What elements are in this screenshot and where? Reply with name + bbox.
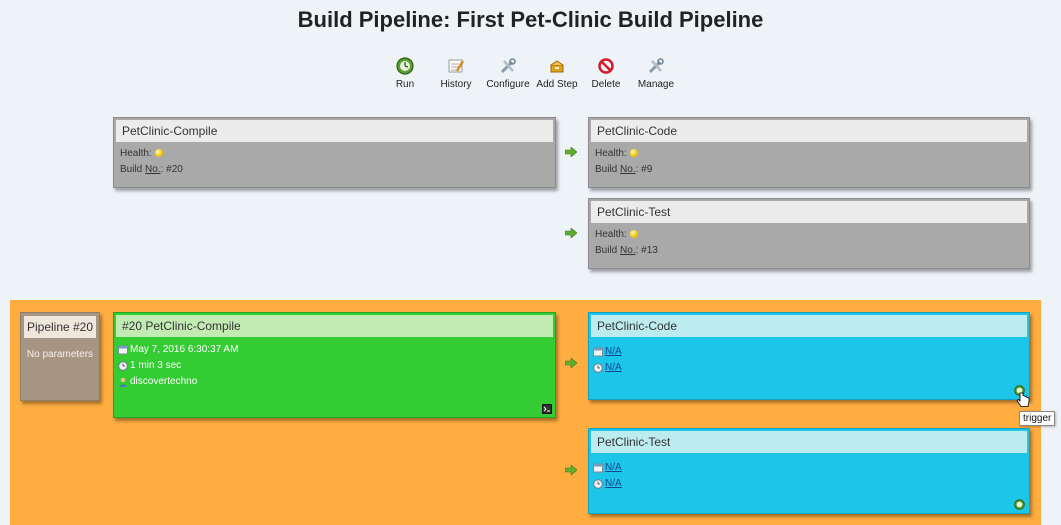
run-label: Run [395,79,415,90]
job-name-compile[interactable]: PetClinic-Compile [116,120,553,142]
job-build-test: Build No.: #13 [589,243,1029,259]
health-icon [629,149,638,158]
build-prefix: Build [120,164,146,175]
job-health-code: Health: [589,146,1029,162]
trigger-icon[interactable] [1014,499,1025,510]
build-no-label: No. [620,245,636,256]
build-value[interactable]: : #9 [636,164,653,175]
build-date-row: N/A [589,460,1029,476]
build-duration-link[interactable]: N/A [605,360,622,376]
console-icon[interactable] [542,404,552,414]
build-date-link[interactable]: N/A [605,460,622,476]
calendar-icon [593,463,603,473]
delete-button[interactable]: Delete [590,56,622,90]
manage-button[interactable]: Manage [636,56,676,90]
build-date: May 7, 2016 6:30:37 AM [130,344,239,355]
history-button[interactable]: History [437,56,475,90]
build-date-row: May 7, 2016 6:30:37 AM [114,342,555,358]
job-health-compile: Health: [114,146,555,162]
pipeline-label[interactable]: Pipeline #20 [24,316,96,338]
build-duration-link[interactable]: N/A [605,476,622,492]
arrow-right-icon [565,358,577,368]
configure-label: Configure [486,79,530,90]
clock-icon [593,479,603,489]
build-value[interactable]: : #13 [636,245,658,256]
calendar-icon [118,345,128,355]
build-duration-row: 1 min 3 sec [114,358,555,374]
build-box-test: PetClinic-Test N/A N/A [588,428,1030,514]
build-duration: 1 min 3 sec [130,360,182,371]
health-label: Health: [595,229,627,240]
health-icon [629,230,638,239]
pipeline-card: Pipeline #20 No parameters [20,312,100,401]
add-step-icon [550,60,564,73]
build-date-row: N/A [589,344,1029,360]
build-prefix: Build [595,245,621,256]
clock-icon [593,363,603,373]
job-name-code[interactable]: PetClinic-Code [591,120,1027,142]
job-build-code: Build No.: #9 [589,162,1029,178]
arrow-right-icon [565,465,577,475]
hand-cursor-icon [1016,392,1030,407]
configure-button[interactable]: Configure [484,56,532,90]
job-build-compile: Build No.: #20 [114,162,555,178]
history-icon [448,59,465,73]
page-title: Build Pipeline: First Pet-Clinic Build P… [297,7,764,32]
add-step-label: Add Step [536,79,578,90]
build-title-compile[interactable]: #20 PetClinic-Compile [116,315,553,337]
build-user: discovertechno [130,376,198,387]
manage-label: Manage [637,79,675,90]
calendar-icon [593,347,603,357]
history-label: History [440,79,472,90]
build-user-row: discovertechno [114,374,555,390]
build-no-label: No. [145,164,161,175]
configure-icon [500,58,516,74]
job-box-code: PetClinic-Code Health: Build No.: #9 [588,117,1030,188]
run-button[interactable]: Run [390,56,420,90]
job-health-test: Health: [589,227,1029,243]
run-icon [396,57,414,75]
build-no-label: No. [620,164,636,175]
health-label: Health: [120,148,152,159]
trigger-tooltip: trigger [1019,411,1056,426]
pipeline-params: No parameters [26,349,94,360]
health-icon [154,149,163,158]
build-title-code[interactable]: PetClinic-Code [591,315,1027,337]
job-box-compile: PetClinic-Compile Health: Build No.: #20 [113,117,556,188]
job-box-test: PetClinic-Test Health: Build No.: #13 [588,198,1030,269]
arrow-right-icon [565,228,577,238]
build-box-code: PetClinic-Code N/A N/A [588,312,1030,400]
manage-icon [648,58,664,74]
clock-icon [118,361,128,371]
arrow-right-icon [565,147,577,157]
build-duration-row: N/A [589,476,1029,492]
build-prefix: Build [595,164,621,175]
job-name-test[interactable]: PetClinic-Test [591,201,1027,223]
delete-label: Delete [591,79,621,90]
build-duration-row: N/A [589,360,1029,376]
delete-icon [598,58,614,74]
build-title-test[interactable]: PetClinic-Test [591,431,1027,453]
build-date-link[interactable]: N/A [605,344,622,360]
user-icon [119,377,127,387]
build-box-compile: #20 PetClinic-Compile May 7, 2016 6:30:3… [113,312,556,418]
health-label: Health: [595,148,627,159]
add-step-button[interactable]: Add Step [535,56,579,90]
build-value[interactable]: : #20 [161,164,183,175]
